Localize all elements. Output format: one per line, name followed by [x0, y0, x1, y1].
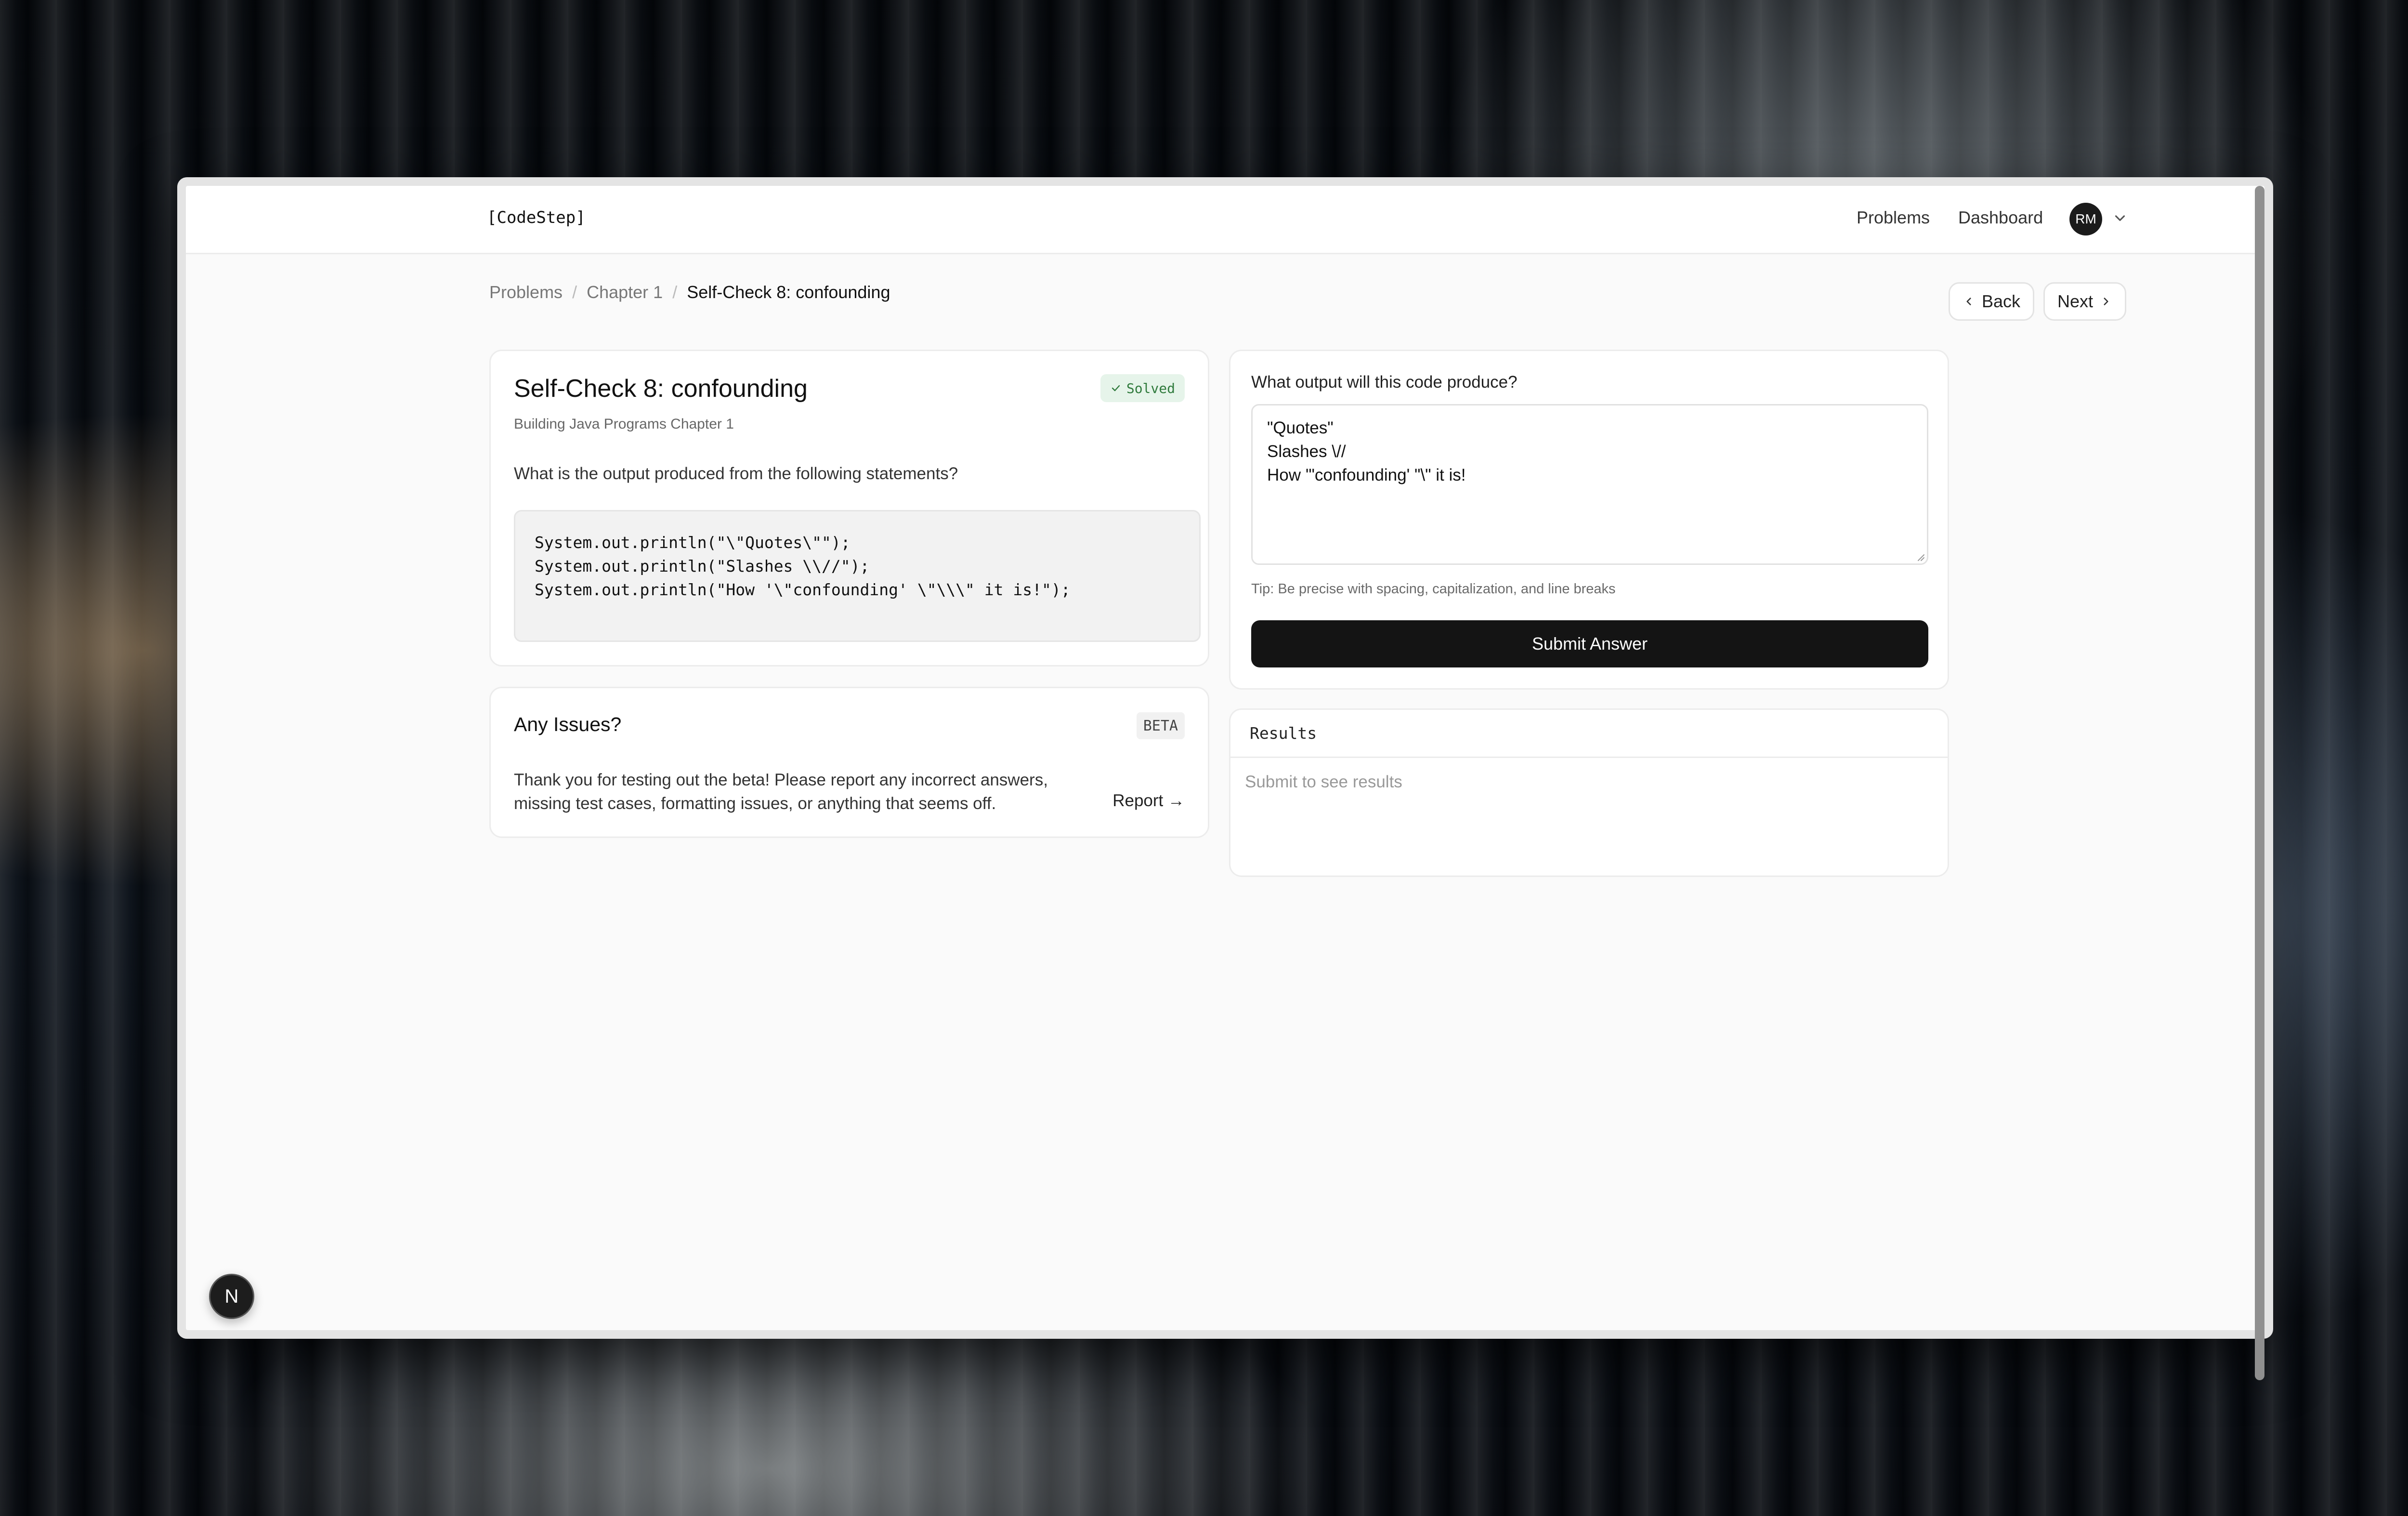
breadcrumb-separator: / — [572, 282, 577, 302]
status-label: Solved — [1126, 380, 1175, 396]
resize-grip-icon[interactable] — [1914, 551, 1925, 562]
chevron-right-icon — [2104, 298, 2108, 305]
nav-dashboard-link[interactable]: Dashboard — [1958, 208, 2043, 228]
breadcrumb-problems[interactable]: Problems — [489, 282, 563, 302]
breadcrumb-separator: / — [672, 282, 678, 302]
answer-tip: Tip: Be precise with spacing, capitaliza… — [1251, 581, 1616, 597]
back-label: Back — [1981, 291, 2021, 311]
results-empty-state: Submit to see results — [1245, 772, 1402, 791]
status-badge: Solved — [1100, 374, 1185, 402]
nav-problems-link[interactable]: Problems — [1857, 208, 1930, 228]
problem-question: What is the output produced from the fol… — [514, 464, 958, 483]
scrollbar[interactable] — [2255, 186, 2264, 1380]
page-viewport: [CodeStep] Problems Dashboard RM Problem… — [186, 186, 2264, 1330]
check-icon — [1112, 385, 1120, 392]
chevron-down-icon[interactable] — [2112, 210, 2128, 226]
breadcrumb-chapter[interactable]: Chapter 1 — [587, 282, 663, 302]
app-logo[interactable]: [CodeStep] — [487, 208, 586, 227]
breadcrumb-current: Self-Check 8: confounding — [687, 282, 890, 302]
chevron-left-icon — [1966, 298, 1971, 305]
problem-title: Self-Check 8: confounding — [514, 375, 808, 403]
back-button[interactable]: Back — [1949, 282, 2034, 321]
results-title: Results — [1230, 710, 1948, 758]
browser-window: [CodeStep] Problems Dashboard RM Problem… — [177, 177, 2273, 1380]
report-link[interactable]: Report → — [1112, 791, 1185, 810]
issues-title: Any Issues? — [514, 713, 622, 735]
beta-badge: BETA — [1136, 712, 1185, 739]
next-dev-indicator-button[interactable]: N — [209, 1274, 254, 1319]
answer-label: What output will this code produce? — [1251, 373, 1518, 392]
submit-answer-button[interactable]: Submit Answer — [1251, 620, 1928, 667]
problem-card: Self-Check 8: confounding Solved Buildin… — [489, 350, 1209, 667]
next-label: Next — [2057, 291, 2094, 311]
avatar[interactable]: RM — [2069, 203, 2102, 235]
issues-text: Thank you for testing out the beta! Plea… — [514, 771, 1048, 813]
answer-textarea[interactable]: "Quotes" Slashes \// How '"confounding' … — [1251, 404, 1928, 565]
issues-card: Any Issues? BETA Thank you for testing o… — [489, 687, 1209, 838]
code-block: System.out.println("\"Quotes\""); System… — [514, 510, 1201, 642]
answer-card: What output will this code produce? "Quo… — [1229, 350, 1949, 690]
next-button[interactable]: Next — [2043, 282, 2126, 321]
breadcrumb: Problems / Chapter 1 / Self-Check 8: con… — [489, 282, 890, 302]
top-nav: [CodeStep] Problems Dashboard RM — [186, 186, 2264, 254]
problem-subtitle: Building Java Programs Chapter 1 — [514, 416, 734, 432]
results-card: Results Submit to see results — [1229, 708, 1949, 877]
